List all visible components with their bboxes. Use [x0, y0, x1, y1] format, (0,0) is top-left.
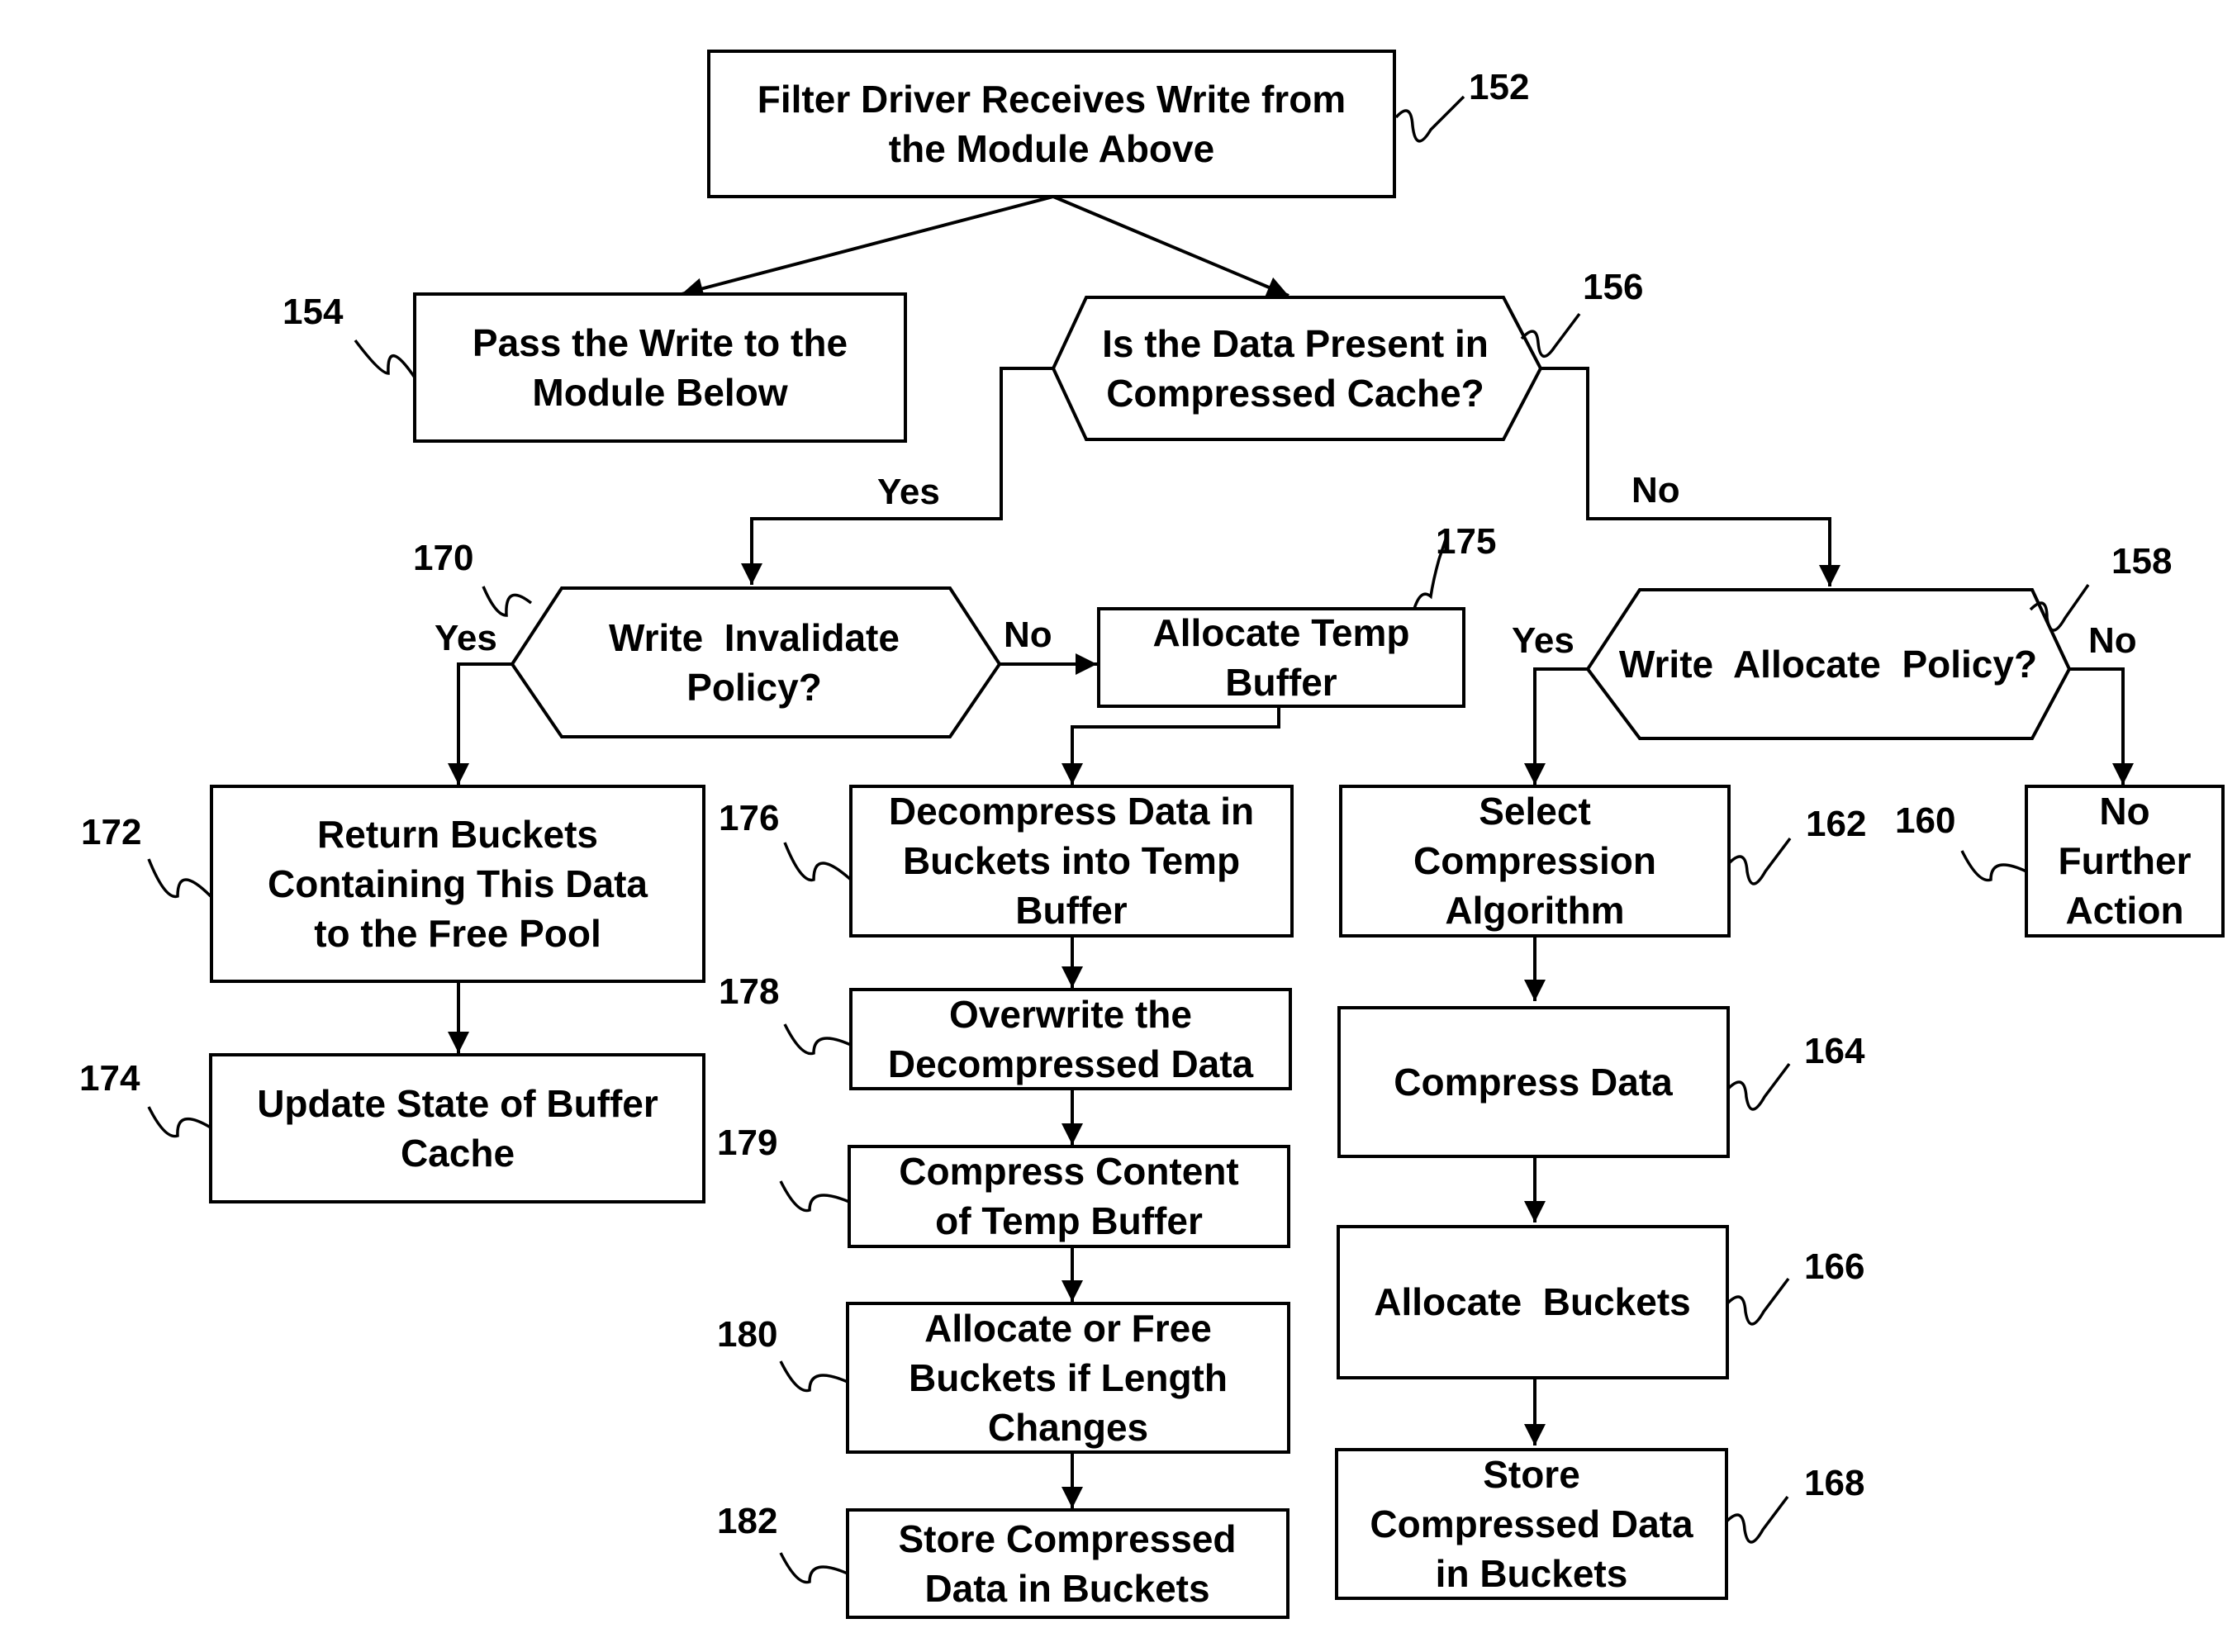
leader-179 [779, 1180, 850, 1213]
node-152-line: the Module Above [889, 127, 1214, 170]
edge-175-176 [1062, 706, 1280, 785]
node-172-line: Return Buckets [317, 813, 598, 856]
leader-178 [783, 1023, 852, 1056]
node-160-line: No [2099, 790, 2149, 833]
ref-number-160: 160 [1895, 800, 1955, 841]
leader-176 [783, 842, 853, 882]
node-175-line: Allocate Temp [1153, 611, 1410, 654]
branch-170-yes: Yes [435, 618, 497, 658]
node-170-line: Write Invalidate [609, 616, 900, 659]
node-156-line: Compressed Cache? [1106, 372, 1484, 415]
edge-170-172 [448, 662, 512, 785]
node-182-line: Store Compressed [898, 1517, 1236, 1560]
node-182-line: Data in Buckets [924, 1567, 1209, 1610]
node-160-line: Further [2059, 839, 2192, 882]
ref-number-174: 174 [79, 1058, 140, 1099]
branch-158-yes: Yes [1512, 620, 1574, 661]
leader-160 [1960, 850, 2027, 882]
node-162-line: Compression [1413, 839, 1656, 882]
leader-164 [1726, 1062, 1791, 1111]
node-154-line: Module Below [532, 371, 787, 414]
node-168-line: Store [1483, 1453, 1580, 1496]
node-170-hexagon [510, 586, 1002, 738]
leader-168 [1725, 1495, 1789, 1544]
ref-number-164: 164 [1804, 1031, 1865, 1071]
node-176-line: Decompress Data in [889, 790, 1254, 833]
ref-number-168: 168 [1804, 1463, 1864, 1503]
branch-156-yes: Yes [877, 472, 940, 512]
ref-number-156: 156 [1583, 267, 1643, 307]
edge-156-158 [1541, 367, 1840, 586]
node-152-box [707, 50, 1396, 198]
node-156-hexagon [1051, 296, 1543, 441]
ref-number-170: 170 [413, 538, 473, 578]
branch-170-no: No [1004, 615, 1052, 655]
leader-162 [1727, 837, 1792, 885]
node-170-line: Policy? [686, 666, 822, 709]
edge-158-162 [1524, 667, 1588, 785]
edge-158-160 [2069, 667, 2134, 785]
leader-182 [779, 1552, 848, 1584]
ref-number-179: 179 [717, 1123, 777, 1163]
node-166-line: Allocate Buckets [1374, 1280, 1690, 1323]
ref-number-154: 154 [283, 292, 344, 332]
ref-number-180: 180 [717, 1314, 777, 1355]
edge-152-154 [681, 195, 1054, 299]
branch-158-no: No [2088, 620, 2137, 661]
flowchart: Filter Driver Receives Write from the Mod… [79, 50, 2225, 1619]
node-168-line: Compressed Data [1370, 1502, 1693, 1545]
ref-number-172: 172 [81, 812, 141, 852]
node-172-line: Containing This Data [268, 862, 648, 905]
node-174-line: Update State of Buffer [257, 1082, 658, 1125]
ref-number-158: 158 [2111, 541, 2172, 582]
ref-number-166: 166 [1804, 1246, 1864, 1287]
node-158-label: Write Allocate Policy? [1619, 643, 2037, 686]
leader-154 [354, 339, 416, 378]
node-166-label: Allocate Buckets [1374, 1280, 1690, 1323]
node-172-line: to the Free Pool [314, 912, 601, 955]
leader-180 [779, 1360, 848, 1393]
node-172-label: Return Buckets Containing This Data to the… [268, 813, 648, 955]
node-162-line: Algorithm [1445, 889, 1624, 932]
node-180-line: Changes [988, 1406, 1148, 1449]
node-178-line: Overwrite the [949, 993, 1192, 1036]
node-180-line: Buckets if Length [909, 1356, 1228, 1399]
edge-152-156 [1052, 195, 1289, 297]
node-176-line: Buffer [1015, 889, 1128, 932]
branch-156-no: No [1631, 470, 1680, 510]
node-174-box [209, 1053, 705, 1203]
node-164-line: Compress Data [1394, 1061, 1673, 1104]
node-152-line: Filter Driver Receives Write from [758, 78, 1346, 121]
leader-170 [482, 586, 533, 617]
node-175-line: Buffer [1225, 661, 1337, 704]
leader-172 [147, 858, 212, 899]
node-179-line: of Temp Buffer [935, 1199, 1203, 1242]
ref-number-162: 162 [1806, 804, 1866, 844]
leader-174 [147, 1106, 211, 1138]
ref-number-152: 152 [1469, 67, 1529, 107]
node-158-line: Write Allocate Policy? [1619, 643, 2037, 686]
node-179-line: Compress Content [899, 1150, 1238, 1193]
node-156-line: Is the Data Present in [1102, 322, 1489, 365]
node-178-line: Decompressed Data [888, 1042, 1254, 1085]
node-154-line: Pass the Write to the [473, 321, 848, 364]
ref-number-176: 176 [719, 798, 779, 838]
node-168-line: in Buckets [1436, 1552, 1628, 1595]
node-162-line: Select [1479, 790, 1591, 833]
node-160-line: Action [2065, 889, 2183, 932]
node-180-line: Allocate or Free [924, 1307, 1212, 1350]
node-154-box [413, 292, 907, 443]
leader-152 [1394, 95, 1465, 143]
leader-166 [1726, 1277, 1790, 1326]
ref-number-178: 178 [719, 971, 779, 1012]
ref-number-182: 182 [717, 1501, 777, 1541]
node-174-line: Cache [401, 1132, 515, 1175]
node-164-label: Compress Data [1394, 1061, 1673, 1104]
ref-number-175: 175 [1436, 521, 1496, 562]
node-176-line: Buckets into Temp [903, 839, 1240, 882]
